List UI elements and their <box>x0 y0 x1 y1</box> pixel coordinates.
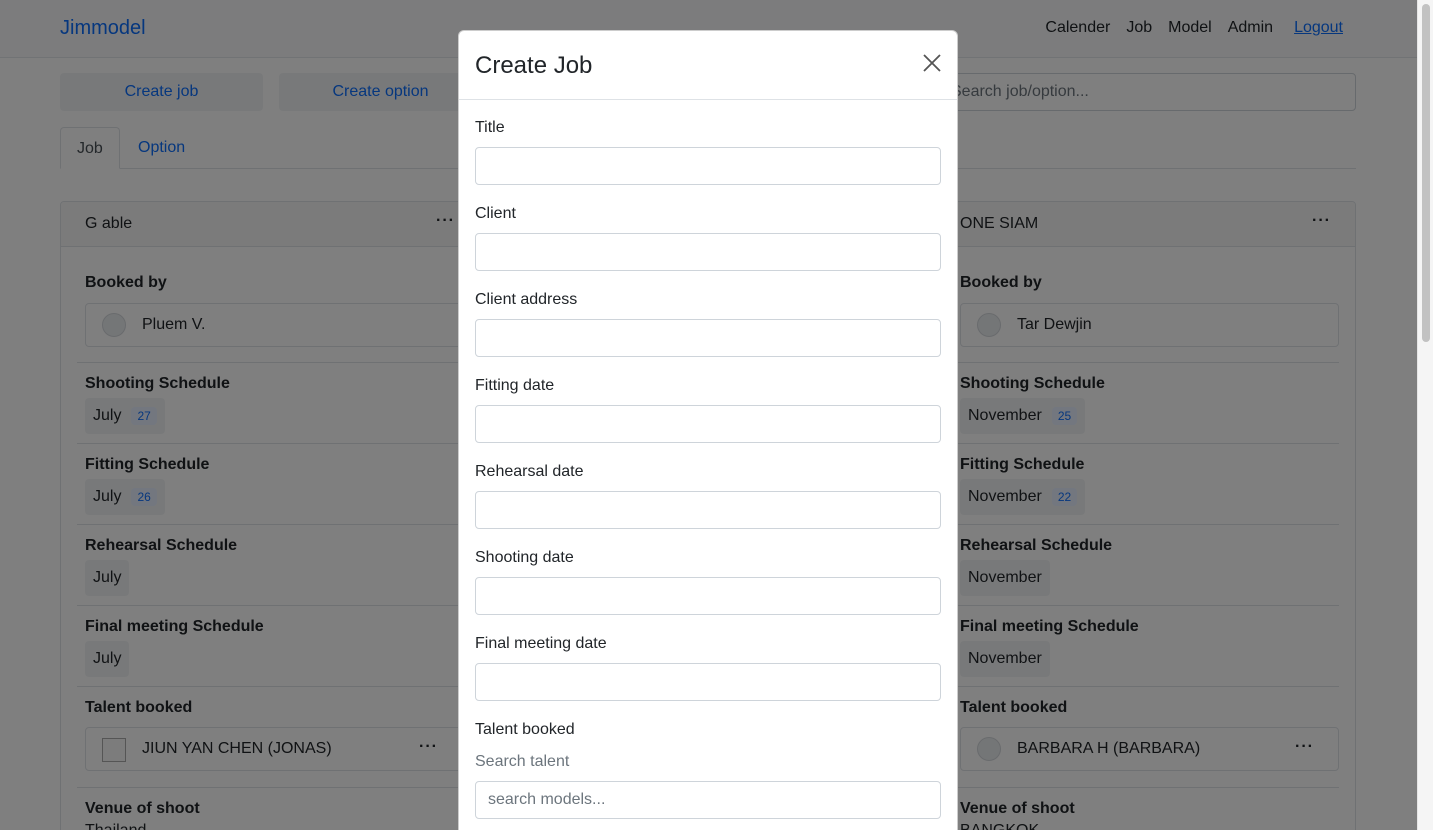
fitting-date-label: Fitting date <box>475 377 555 394</box>
search-talent-label: Search talent <box>475 753 570 770</box>
shooting-date-input[interactable] <box>475 577 941 615</box>
client-address-label: Client address <box>475 291 578 308</box>
modal-header: Create Job <box>459 31 957 100</box>
title-input[interactable] <box>475 147 941 185</box>
page-scrollbar[interactable] <box>1417 0 1433 830</box>
fitting-date-input[interactable] <box>475 405 941 443</box>
talent-booked-label: Talent booked <box>475 721 575 738</box>
final-meeting-date-input[interactable] <box>475 663 941 701</box>
rehearsal-date-input[interactable] <box>475 491 941 529</box>
modal-title: Create Job <box>475 52 593 79</box>
scrollbar-thumb[interactable] <box>1422 4 1430 342</box>
final-meeting-date-label: Final meeting date <box>475 635 607 652</box>
close-icon[interactable] <box>923 54 941 72</box>
client-label: Client <box>475 205 516 222</box>
shooting-date-label: Shooting date <box>475 549 574 566</box>
client-address-input[interactable] <box>475 319 941 357</box>
title-label: Title <box>475 119 505 136</box>
search-models-input[interactable] <box>475 781 941 819</box>
rehearsal-date-label: Rehearsal date <box>475 463 584 480</box>
create-job-modal: Create Job Title Client Client address F… <box>458 30 958 830</box>
client-input[interactable] <box>475 233 941 271</box>
